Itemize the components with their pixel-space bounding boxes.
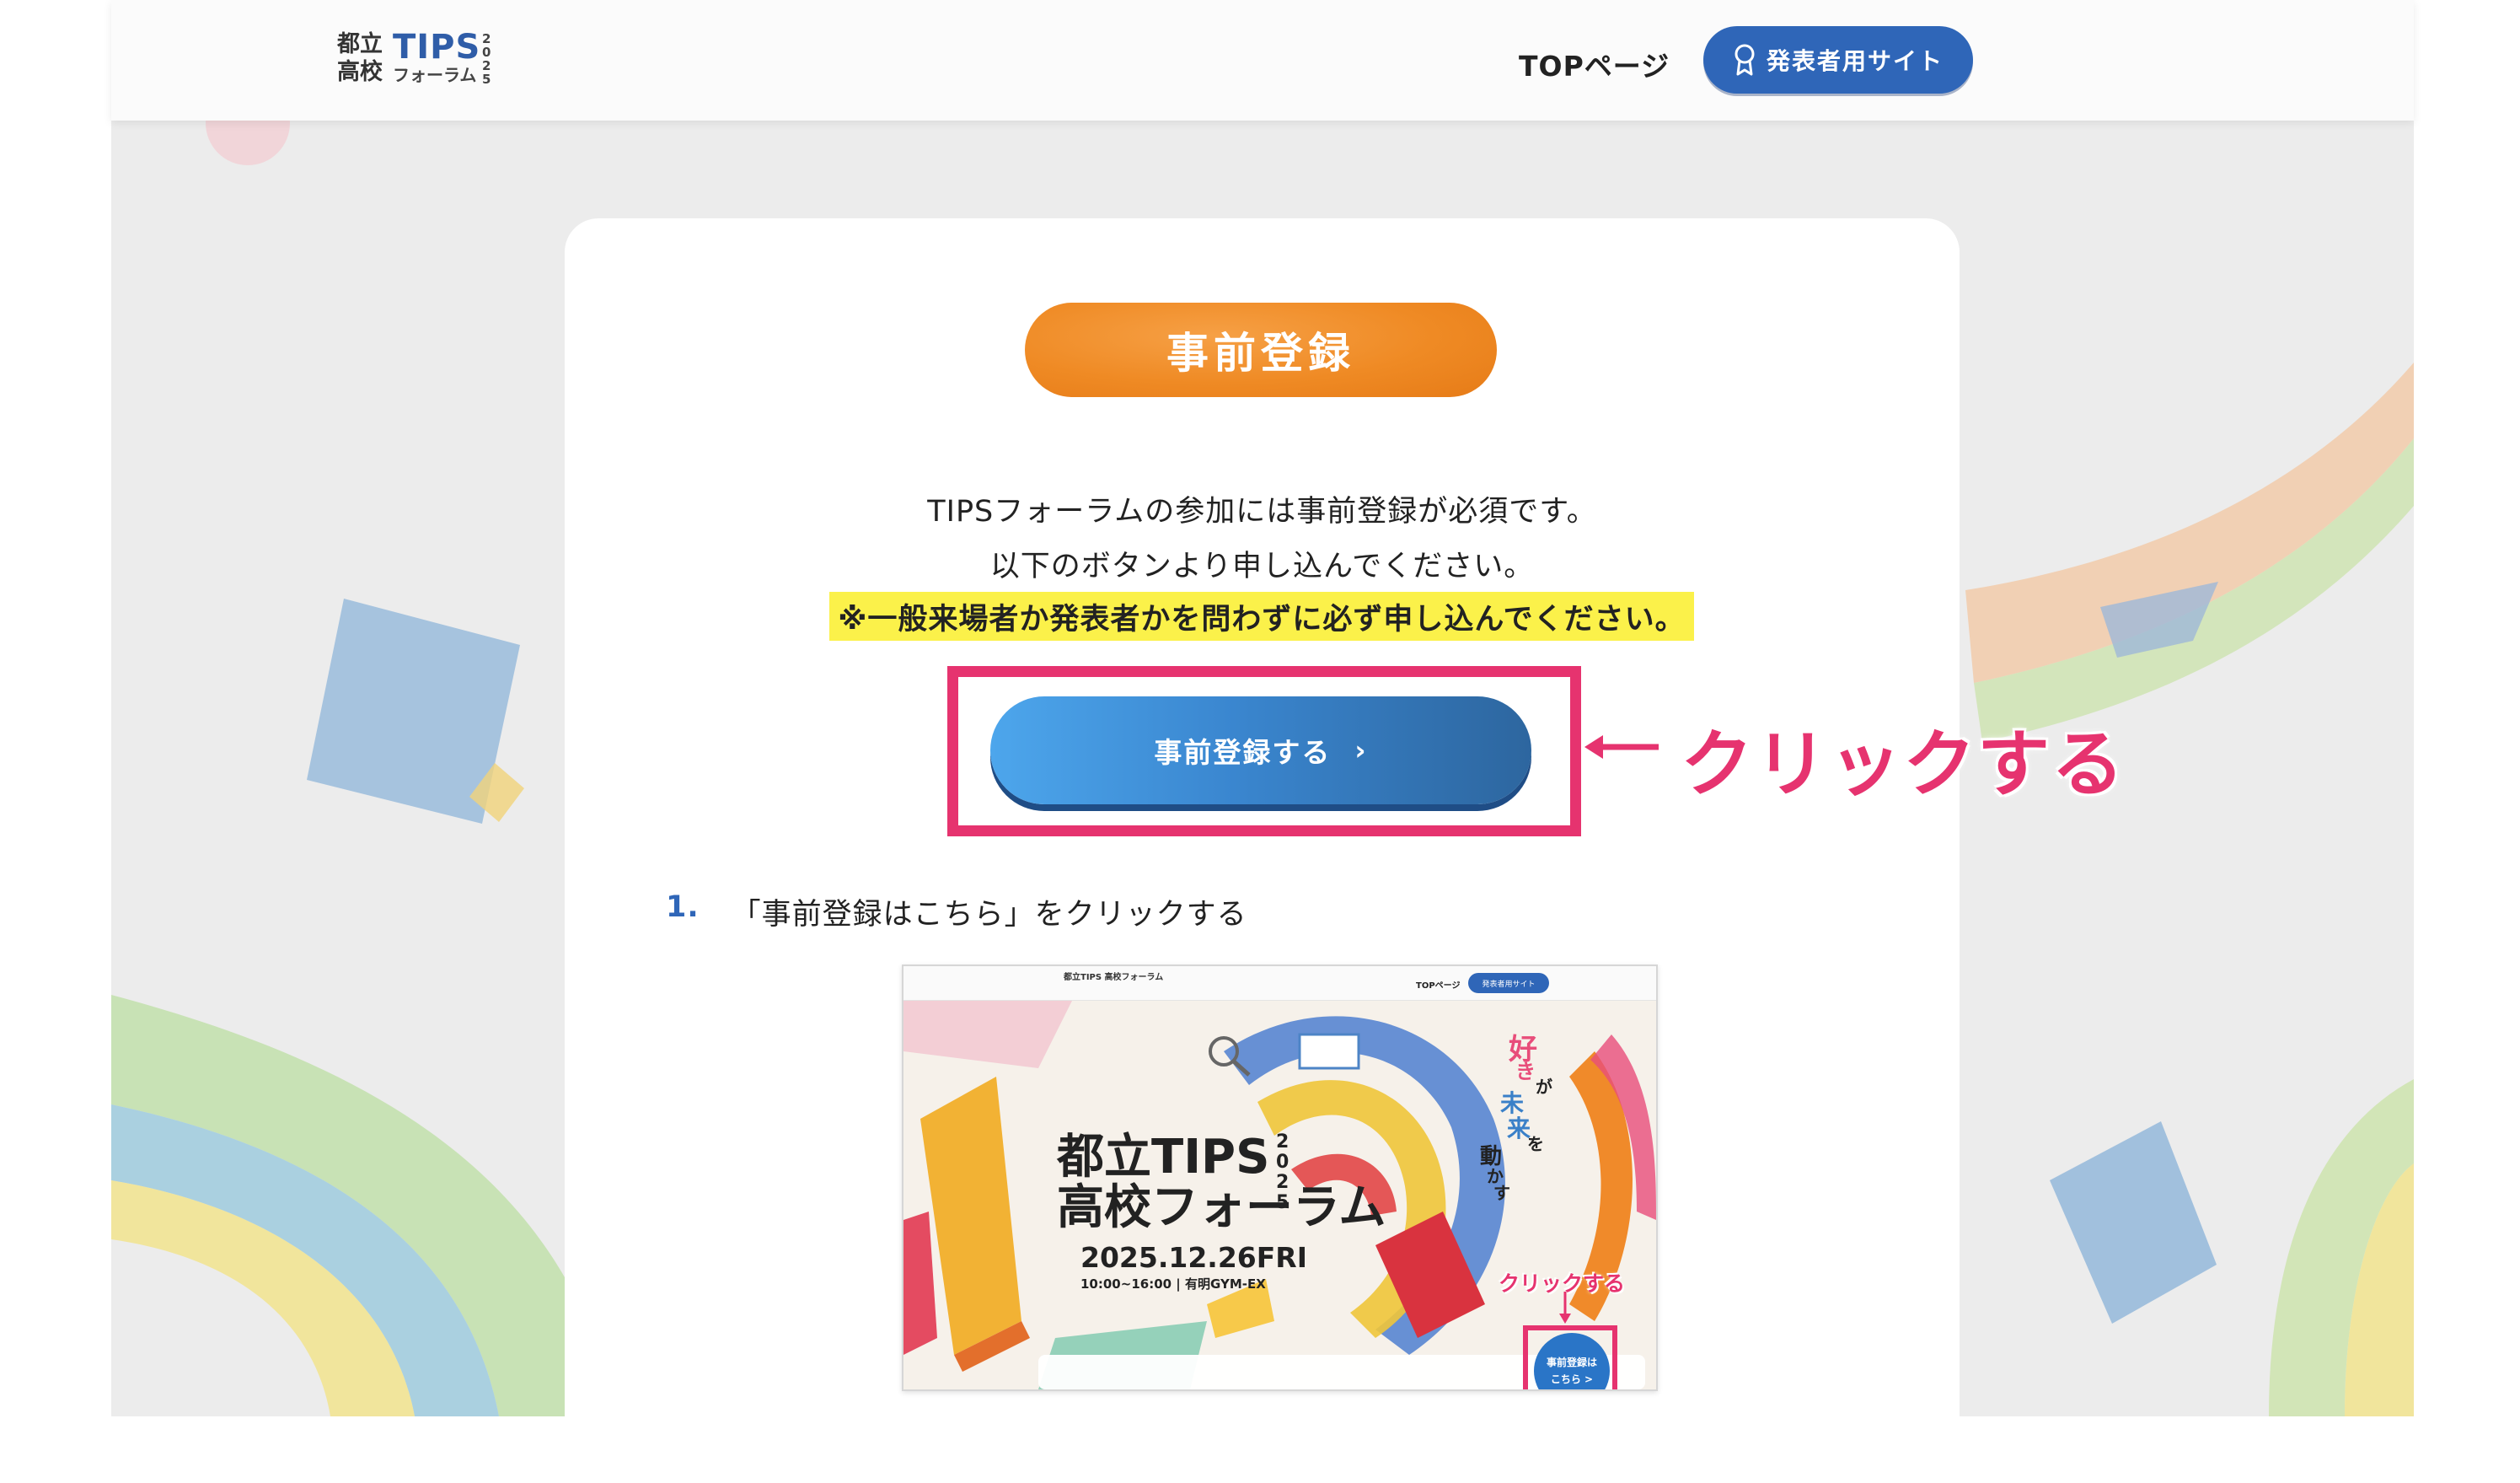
presenter-site-label: 発表者用サイト xyxy=(1766,47,1944,75)
intro-text-line2: 以下のボタンより申し込んでください。 xyxy=(989,550,1535,583)
logo-year: 2025 xyxy=(482,31,491,87)
mini-presenter-button: 発表者用サイト xyxy=(1468,973,1549,993)
mini-highlight-box xyxy=(1523,1325,1617,1389)
site-logo[interactable]: 都立高校 TIPS フォーラム 2025 xyxy=(337,29,506,89)
step-number: 1. xyxy=(666,890,700,924)
hero-date: 2025.12.26FRI xyxy=(1080,1241,1307,1274)
catch-char: す xyxy=(1493,1183,1510,1203)
hero-title-line1: 都立TIPS xyxy=(1057,1130,1270,1185)
hero-title: 都立TIPS 高校フォーラム xyxy=(1057,1132,1386,1233)
mini-arrow-down-icon xyxy=(1559,1292,1571,1324)
nav-top-link[interactable]: TOPページ xyxy=(1519,44,1670,84)
arrow-left-icon xyxy=(1584,735,1659,759)
hero-catchphrase: 好 き が 未 来 を 動 か す xyxy=(1477,1026,1552,1203)
register-button[interactable]: 事前登録する › xyxy=(990,696,1531,804)
catch-char: を xyxy=(1527,1134,1544,1154)
award-ribbon-icon xyxy=(1735,44,1755,76)
logo-tips: TIPS xyxy=(393,28,481,67)
section-title-badge: 事前登録 xyxy=(1025,303,1497,397)
logo-forum: フォーラム xyxy=(393,65,477,85)
step-text: 「事前登録はこちら」をクリックする xyxy=(731,898,1247,932)
register-button-label: 事前登録する xyxy=(1154,736,1332,769)
logo-kanji: 都立高校 xyxy=(337,31,383,85)
click-annotation: クリックする xyxy=(1681,723,2126,807)
hero-time: 10:00~16:00 | 有明GYM-EX xyxy=(1080,1276,1266,1292)
presenter-site-button[interactable]: 発表者用サイト xyxy=(1703,26,1973,94)
hero-title-line2: 高校フォーラム xyxy=(1057,1180,1386,1235)
catch-char: が xyxy=(1536,1077,1552,1097)
catch-char: き xyxy=(1515,1060,1536,1083)
intro-text-line1: TIPSフォーラムの参加には事前登録が必須です。 xyxy=(927,495,1597,529)
step-item: 1. 「事前登録はこちら」をクリックする xyxy=(666,890,1247,933)
embedded-screenshot: 都立TIPS 高校フォーラム TOPページ 発表者用サイト 都立TIPS 高校フ xyxy=(902,964,1658,1391)
notice-highlight: ※一般来場者か発表者かを問わずに必ず申し込んでください。 xyxy=(829,592,1694,641)
mini-nav-top: TOPページ xyxy=(1416,981,1461,991)
mini-logo: 都立TIPS 高校フォーラム xyxy=(1064,973,1164,982)
hero-year: 2025 xyxy=(1276,1131,1289,1213)
mini-header: 都立TIPS 高校フォーラム TOPページ 発表者用サイト xyxy=(903,966,1656,1001)
mini-hero: 都立TIPS 高校フォーラム 2025 2025.12.26FRI 10:00~… xyxy=(903,1001,1656,1389)
chevron-right-icon: › xyxy=(1354,734,1368,766)
